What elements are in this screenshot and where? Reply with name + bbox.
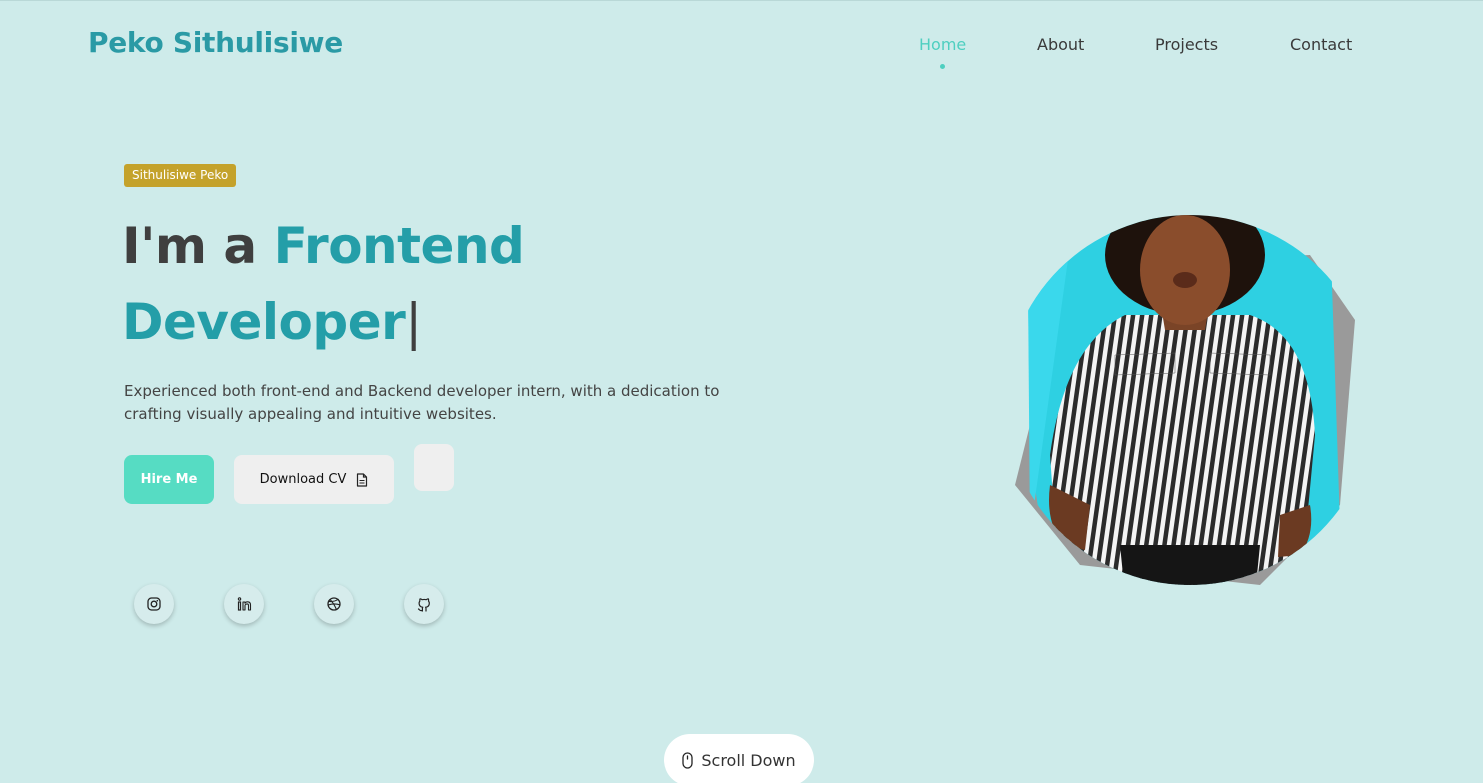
github-icon bbox=[417, 597, 430, 612]
instagram-link[interactable] bbox=[134, 584, 174, 624]
nav-active-indicator bbox=[940, 64, 945, 69]
download-cv-label: Download CV bbox=[259, 472, 347, 487]
typing-cursor: | bbox=[405, 293, 422, 351]
hire-me-label: Hire Me bbox=[140, 472, 198, 487]
name-badge: Sithulisiwe Peko bbox=[124, 164, 237, 187]
instagram-icon bbox=[147, 597, 161, 611]
scroll-down-label: Scroll Down bbox=[701, 750, 796, 770]
nav-about[interactable]: About bbox=[1037, 35, 1084, 54]
headline-prefix: I'm a bbox=[122, 217, 274, 275]
nav-contact[interactable]: Contact bbox=[1290, 35, 1352, 54]
linkedin-link[interactable] bbox=[224, 584, 264, 624]
dribbble-link[interactable] bbox=[314, 584, 354, 624]
hire-me-button[interactable]: Hire Me bbox=[124, 455, 214, 504]
linkedin-icon bbox=[237, 597, 251, 611]
profile-photo bbox=[1010, 205, 1360, 595]
headline-role-1: Frontend bbox=[273, 217, 525, 275]
document-icon bbox=[357, 472, 368, 487]
download-cv-button[interactable]: Download CV bbox=[234, 455, 394, 504]
github-link[interactable] bbox=[404, 584, 444, 624]
nav-home[interactable]: Home bbox=[919, 35, 966, 54]
main-nav: Home About Projects Contact bbox=[0, 35, 1483, 75]
nav-projects[interactable]: Projects bbox=[1155, 35, 1218, 54]
hero-description: Experienced both front-end and Backend d… bbox=[124, 382, 720, 423]
mouse-icon bbox=[682, 751, 694, 769]
headline-role-2: Developer bbox=[122, 293, 406, 351]
hero-headline: I'm a Frontend Developer| bbox=[122, 208, 682, 360]
scroll-down-button[interactable]: Scroll Down bbox=[664, 734, 814, 783]
dribbble-icon bbox=[327, 597, 341, 611]
extra-button[interactable] bbox=[414, 444, 454, 491]
top-border bbox=[0, 0, 1483, 1]
